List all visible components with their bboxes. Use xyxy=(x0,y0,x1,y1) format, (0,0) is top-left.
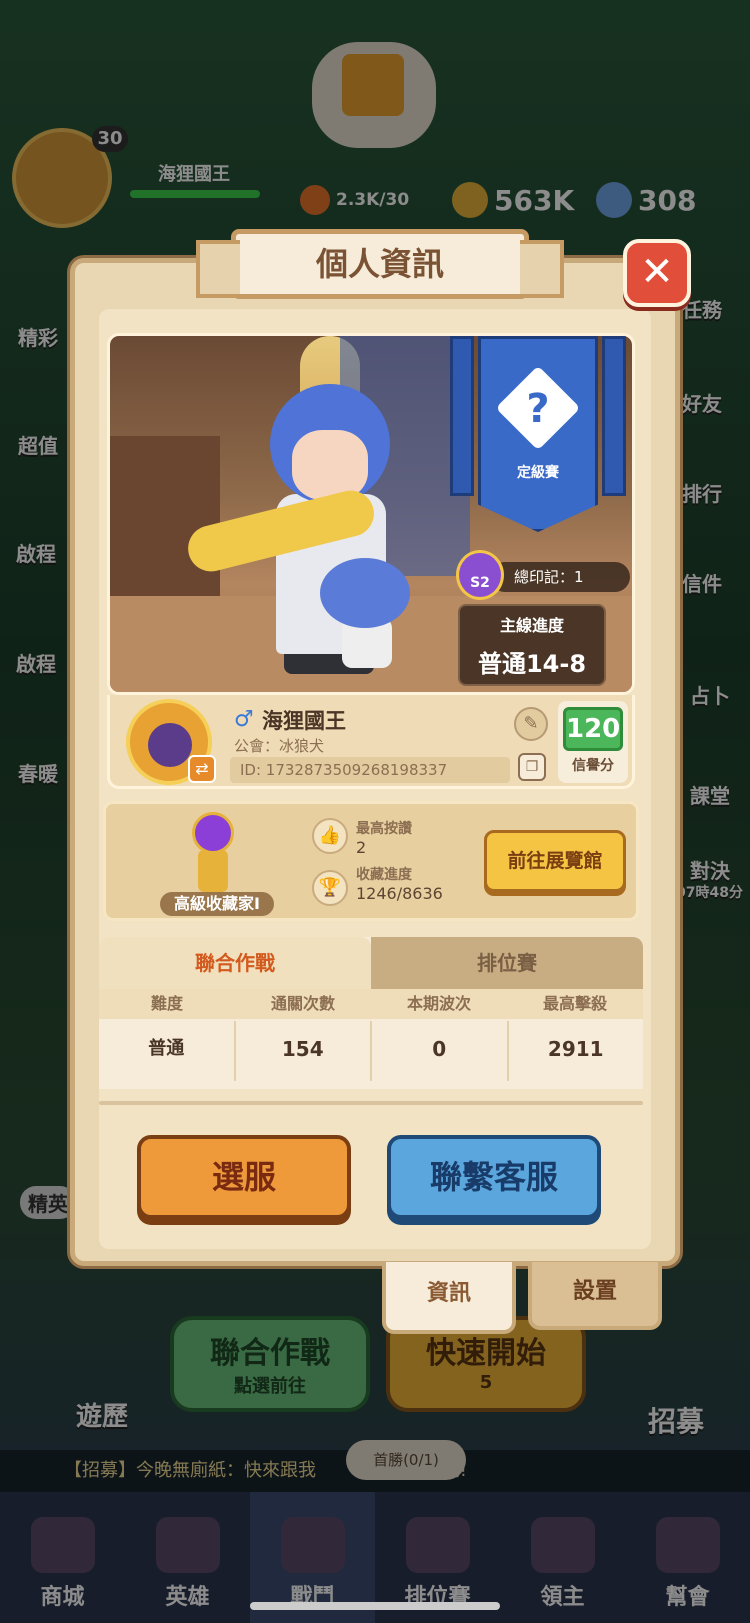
rank-label: 定級賽 xyxy=(517,465,559,481)
avatar-face xyxy=(148,723,192,767)
collector-title: 高級收藏家I xyxy=(160,892,274,916)
collector-trophy-icon xyxy=(178,812,248,892)
rank-banner[interactable]: ? 定級賽 xyxy=(450,336,632,536)
seal-count: 總印記：1 xyxy=(490,562,630,592)
tab-settings[interactable]: 設置 xyxy=(528,1262,662,1330)
stats-tabs: 聯合作戰 排位賽 xyxy=(99,937,643,989)
select-server-button[interactable]: 選服 xyxy=(137,1135,351,1219)
trophy-stem xyxy=(198,850,228,892)
collection-progress-value: 1246/8636 xyxy=(356,884,443,903)
credit-score-label: 信譽分 xyxy=(572,758,614,774)
chibi-hero xyxy=(320,558,410,668)
question-icon: ? xyxy=(526,386,550,432)
collection-panel: 高級收藏家I 👍 最高按讚 2 🏆 收藏進度 1246/8636 前往展覽館 xyxy=(103,801,639,921)
rank-banner-left-flag xyxy=(450,336,474,496)
swap-avatar-icon[interactable]: ⇄ xyxy=(188,755,216,783)
hero-showcase: ? 定級賽 總印記：1 S2 主線進度 普通14-8 xyxy=(107,333,635,695)
tab-info[interactable]: 資訊 xyxy=(382,1262,516,1334)
main-progress-label: 主線進度 xyxy=(499,616,564,635)
trophy-orb xyxy=(192,812,234,854)
player-name-label: 海狸國王 xyxy=(262,709,346,733)
trophy-cup-icon: 🏆 xyxy=(312,870,348,906)
player-id: ID: 1732873509268198337 xyxy=(230,757,510,783)
battle-stats: 聯合作戰 排位賽 難度 通關次數 本期波次 最高擊殺 普通 154 0 2911 xyxy=(99,937,643,1089)
credit-score-value: 120 xyxy=(563,707,623,751)
close-button[interactable]: ✕ xyxy=(623,239,691,307)
cell-clears: 154 xyxy=(236,1021,372,1081)
guild-label: 公會：冰狼犬 xyxy=(234,737,325,755)
likes-value: 2 xyxy=(356,838,367,857)
main-progress-card: 主線進度 普通14-8 xyxy=(458,604,606,686)
header-difficulty: 難度 xyxy=(150,994,183,1013)
go-to-exhibition-button[interactable]: 前往展覽館 xyxy=(484,830,626,892)
contact-support-button[interactable]: 聯繫客服 xyxy=(387,1135,601,1219)
stats-table-header: 難度 通關次數 本期波次 最高擊殺 xyxy=(99,989,643,1019)
thumbs-up-icon: 👍 xyxy=(312,818,348,854)
modal-title: 個人資訊 xyxy=(196,229,564,299)
tab-ranked[interactable]: 排位賽 xyxy=(371,937,643,989)
player-info-row: ⇄ ♂ 海狸國王 公會：冰狼犬 ID: 1732873509268198337 … xyxy=(107,695,635,789)
collection-progress-label: 收藏進度 xyxy=(356,867,412,883)
tab-coop-battle[interactable]: 聯合作戰 xyxy=(99,937,371,989)
table-row: 普通 154 0 2911 xyxy=(99,1021,643,1081)
header-clears: 通關次數 xyxy=(270,994,335,1013)
season-seal-icon: S2 xyxy=(456,550,504,600)
cell-waves: 0 xyxy=(372,1021,509,1081)
section-divider xyxy=(99,1101,643,1105)
credit-score: 120 信譽分 xyxy=(558,701,628,783)
likes-label: 最高按讚 xyxy=(356,821,412,837)
main-progress-value: 普通14-8 xyxy=(477,650,587,678)
copy-id-icon[interactable]: ❐ xyxy=(518,753,546,781)
header-max-kills: 最高擊殺 xyxy=(542,994,607,1013)
home-indicator xyxy=(250,1602,500,1610)
cell-difficulty: 普通 xyxy=(99,1021,236,1081)
header-waves: 本期波次 xyxy=(406,994,471,1013)
male-gender-icon: ♂ xyxy=(234,707,254,732)
player-avatar-large[interactable]: ⇄ xyxy=(126,699,216,785)
rank-banner-right-flag xyxy=(602,336,626,496)
hero-face xyxy=(292,430,368,500)
edit-name-feather-icon[interactable]: ✎ xyxy=(514,707,548,741)
chibi-head xyxy=(320,558,410,628)
profile-modal: 個人資訊 ✕ ? 定級賽 總印記：1 S2 主線進度 普通14-8 ⇄ ♂ 海狸… xyxy=(70,229,691,1266)
cell-max-kills: 2911 xyxy=(547,1037,604,1061)
